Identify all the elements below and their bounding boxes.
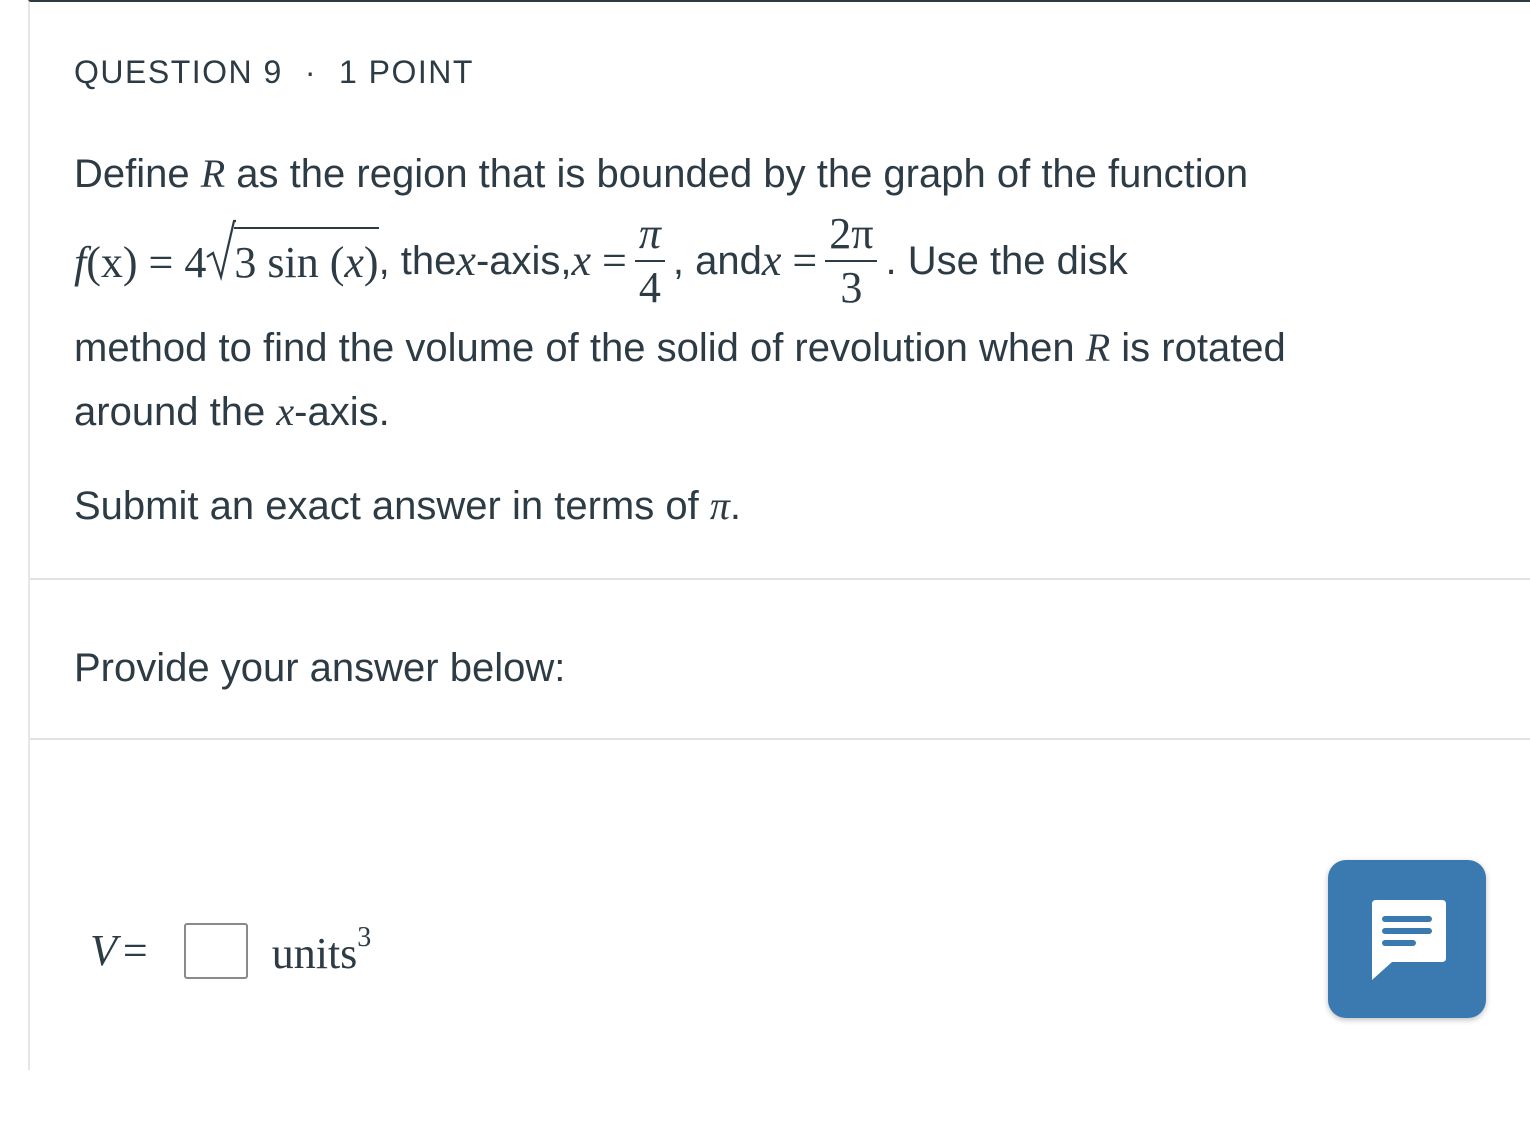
question-number: QUESTION 9 bbox=[74, 54, 283, 90]
question-points: 1 POINT bbox=[338, 54, 474, 90]
header-separator: · bbox=[304, 54, 317, 90]
lower-bound-fraction: π4 bbox=[634, 212, 665, 310]
submit-instruction: Submit an exact answer in terms of π. bbox=[74, 483, 741, 528]
question-card: QUESTION 9 · 1 POINT Define R as the regio… bbox=[28, 0, 1530, 1070]
question-prompt: Define R as the region that is bounded b… bbox=[74, 142, 1494, 444]
equals-sign: = bbox=[122, 926, 148, 975]
volume-variable: V bbox=[90, 926, 117, 975]
chat-button[interactable] bbox=[1328, 860, 1486, 1018]
prompt-line-4: around the x-axis. bbox=[74, 389, 390, 434]
prompt-line-2: f(x) = 43 sin (x), the x -axis, x = π 4, an… bbox=[74, 209, 1128, 312]
upper-bound-fraction: 2π 3 bbox=[825, 212, 878, 310]
answer-input[interactable] bbox=[183, 922, 248, 979]
chat-icon bbox=[1372, 900, 1446, 980]
square-root: 3 sin (x) bbox=[206, 219, 379, 295]
function-definition: f(x) = 43 sin (x) bbox=[74, 219, 379, 295]
region-variable: R bbox=[200, 151, 226, 196]
divider bbox=[30, 578, 1530, 580]
prompt-line-3: method to find the volume of the solid o… bbox=[74, 325, 1286, 370]
answer-row: V = units3 bbox=[90, 922, 371, 979]
divider bbox=[30, 738, 1530, 740]
answer-heading: Provide your answer below: bbox=[74, 646, 566, 690]
radical-sign-icon bbox=[206, 219, 237, 281]
prompt-line-1: Define R as the region that is bounded b… bbox=[74, 151, 1249, 196]
question-header: QUESTION 9 · 1 POINT bbox=[74, 54, 474, 91]
units-label: units3 bbox=[271, 922, 372, 978]
